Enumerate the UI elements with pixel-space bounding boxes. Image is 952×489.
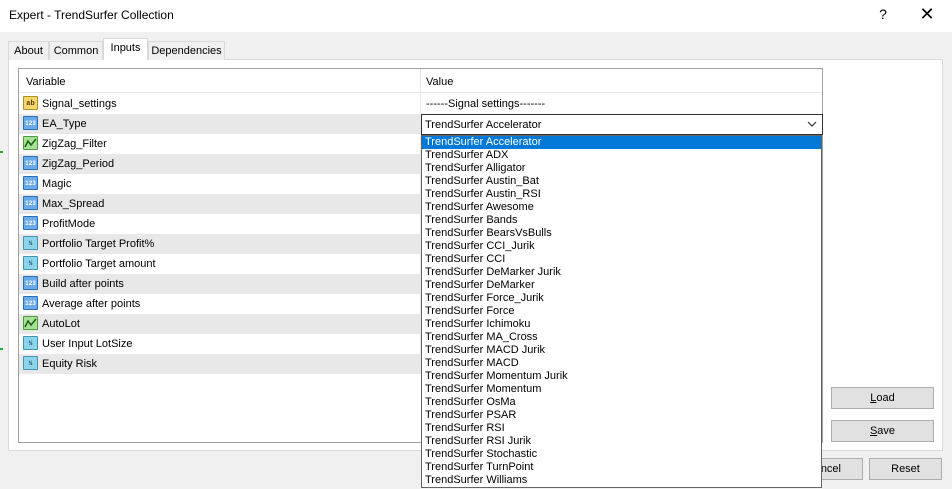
dropdown-option[interactable]: TrendSurfer DeMarker [422,279,821,292]
variable-name: EA_Type [42,118,87,130]
save-label: ave [877,425,896,437]
title-bar: Expert - TrendSurfer Collection ? ✕ [0,0,952,32]
dropdown-option[interactable]: TrendSurfer MA_Cross [422,331,821,344]
column-header-value[interactable]: Value [426,76,453,88]
variable-name: Signal_settings [42,98,117,110]
variable-name: Portfolio Target amount [42,258,156,270]
dropdown-option[interactable]: TrendSurfer RSI [422,422,821,435]
window-title: Expert - TrendSurfer Collection [9,8,174,22]
load-button[interactable]: Load [831,387,934,409]
dropdown-option[interactable]: TrendSurfer Force_Jurik [422,292,821,305]
variable-name: ProfitMode [42,218,96,230]
variable-name: ZigZag_Filter [42,138,107,150]
dropdown-option[interactable]: TrendSurfer Accelerator [422,136,821,149]
variable-name: Build after points [42,278,124,290]
dropdown-option[interactable]: TrendSurfer PSAR [422,409,821,422]
dropdown-option[interactable]: TrendSurfer Force [422,305,821,318]
chevron-down-icon[interactable] [806,117,818,131]
dropdown-option[interactable]: TrendSurfer Awesome [422,201,821,214]
column-separator [420,69,421,93]
variable-name: Portfolio Target Profit% [42,238,155,250]
save-button[interactable]: Save [831,420,934,442]
number-icon: 123 [23,276,38,290]
help-icon[interactable]: ? [876,6,890,22]
dropdown-option[interactable]: TrendSurfer Bands [422,214,821,227]
dropdown-option[interactable]: TrendSurfer TurnPoint [422,461,821,474]
variable-name: ZigZag_Period [42,158,115,170]
number-icon: 123 [23,156,38,170]
bool-icon [23,136,38,150]
grid-header: Variable Value [19,69,822,93]
variable-name: User Input LotSize [42,338,133,350]
number-icon: 123 [23,116,38,130]
dropdown-option[interactable]: TrendSurfer Austin_Bat [422,175,821,188]
variable-name: Equity Risk [42,358,98,370]
double-icon: ½ [23,256,38,270]
ea-type-selected-value: TrendSurfer Accelerator [425,119,542,131]
number-icon: 123 [23,296,38,310]
variable-name: Average after points [42,298,141,310]
load-label: oad [876,392,895,404]
table-row[interactable]: ab Signal_settings ------Signal settings--… [19,94,822,114]
dropdown-option[interactable]: TrendSurfer Austin_RSI [422,188,821,201]
tab-common[interactable]: Common [49,41,103,60]
tab-dependencies[interactable]: Dependencies [148,41,225,60]
dropdown-option[interactable]: TrendSurfer RSI Jurik [422,435,821,448]
close-icon[interactable]: ✕ [916,4,938,25]
edge-marker [0,151,3,153]
variable-name: Magic [42,178,72,190]
number-icon: 123 [23,216,38,230]
double-icon: ½ [23,336,38,350]
dropdown-option[interactable]: TrendSurfer BearsVsBulls [422,227,821,240]
ea-type-select[interactable]: TrendSurfer Accelerator [421,114,823,135]
dropdown-option[interactable]: TrendSurfer Momentum Jurik [422,370,821,383]
dropdown-option[interactable]: TrendSurfer ADX [422,149,821,162]
dropdown-option[interactable]: TrendSurfer Stochastic [422,448,821,461]
dropdown-option[interactable]: TrendSurfer CCI [422,253,821,266]
ab-icon: ab [23,96,38,110]
double-icon: ½ [23,236,38,250]
dropdown-option[interactable]: TrendSurfer CCI_Jurik [422,240,821,253]
reset-button[interactable]: Reset [869,458,942,480]
dropdown-option[interactable]: TrendSurfer Alligator [422,162,821,175]
dropdown-option[interactable]: TrendSurfer Ichimoku [422,318,821,331]
dropdown-option[interactable]: TrendSurfer Williams [422,474,821,487]
bool-icon [23,316,38,330]
tab-about[interactable]: About [8,41,49,60]
edge-marker [0,348,3,350]
double-icon: ½ [23,356,38,370]
variable-name: Max_Spread [42,198,105,210]
dropdown-option[interactable]: TrendSurfer MACD [422,357,821,370]
column-separator [420,94,421,114]
dropdown-option[interactable]: TrendSurfer MACD Jurik [422,344,821,357]
number-icon: 123 [23,196,38,210]
dropdown-option[interactable]: TrendSurfer Momentum [422,383,821,396]
tab-inputs[interactable]: Inputs [103,38,148,60]
number-icon: 123 [23,176,38,190]
ea-type-dropdown-list[interactable]: TrendSurfer Accelerator TrendSurfer ADX Tr… [421,135,822,488]
dropdown-option[interactable]: TrendSurfer DeMarker Jurik [422,266,821,279]
column-header-variable[interactable]: Variable [26,76,66,88]
dropdown-option[interactable]: TrendSurfer OsMa [422,396,821,409]
variable-name: AutoLot [42,318,80,330]
variable-value[interactable]: ------Signal settings------- [426,98,545,110]
